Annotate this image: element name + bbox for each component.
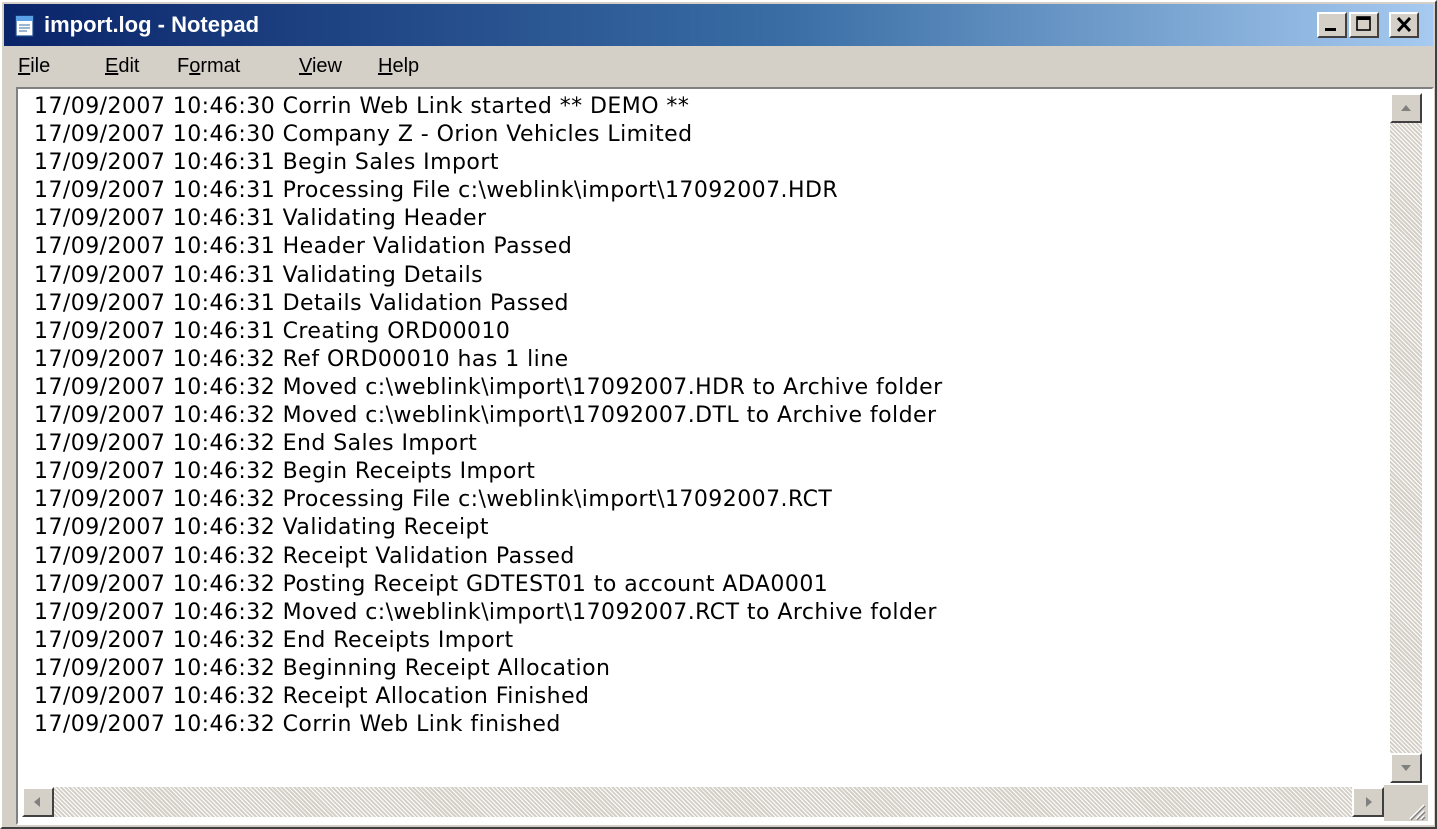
arrow-right-icon: [1366, 797, 1372, 807]
text-editor[interactable]: 17/09/2007 10:46:30 Corrin Web Link star…: [16, 87, 1434, 825]
maximize-button[interactable]: [1349, 12, 1379, 38]
log-line: 17/09/2007 10:46:32 Receipt Validation P…: [34, 543, 575, 569]
arrow-up-icon: [1401, 105, 1411, 111]
log-line: 17/09/2007 10:46:32 Corrin Web Link fini…: [34, 712, 561, 738]
arrow-down-icon: [1401, 765, 1411, 771]
vertical-scroll-track[interactable]: [1390, 123, 1422, 753]
close-button[interactable]: [1389, 12, 1419, 38]
resize-grip[interactable]: [1384, 785, 1428, 821]
vertical-scrollbar[interactable]: [1384, 91, 1428, 783]
log-line: 17/09/2007 10:46:31 Creating ORD00010: [34, 318, 511, 344]
menu-bar: File Edit Format View Help: [4, 48, 1433, 84]
scroll-right-button[interactable]: [1352, 787, 1384, 817]
log-line: 17/09/2007 10:46:32 Moved c:\weblink\imp…: [34, 403, 937, 429]
minimize-button[interactable]: [1317, 12, 1347, 38]
scroll-up-button[interactable]: [1390, 93, 1422, 123]
log-line: 17/09/2007 10:46:31 Processing File c:\w…: [34, 178, 839, 204]
notepad-icon[interactable]: [14, 13, 36, 37]
horizontal-scroll-track[interactable]: [54, 787, 1352, 817]
menu-view[interactable]: View: [299, 53, 342, 79]
log-line: 17/09/2007 10:46:30 Company Z - Orion Ve…: [34, 122, 693, 148]
maximize-icon: [1356, 16, 1371, 31]
log-line: 17/09/2007 10:46:32 Moved c:\weblink\imp…: [34, 374, 943, 400]
log-line: 17/09/2007 10:46:32 Processing File c:\w…: [34, 487, 833, 513]
log-line: 17/09/2007 10:46:30 Corrin Web Link star…: [34, 94, 690, 119]
minimize-icon: [1325, 28, 1336, 31]
menu-help[interactable]: Help: [378, 53, 419, 79]
log-line: 17/09/2007 10:46:31 Validating Header: [34, 206, 487, 232]
scroll-left-button[interactable]: [22, 787, 54, 817]
log-line: 17/09/2007 10:46:32 Begin Receipts Impor…: [34, 459, 536, 485]
log-line: 17/09/2007 10:46:31 Header Validation Pa…: [34, 234, 573, 260]
title-bar[interactable]: import.log - Notepad: [4, 4, 1433, 46]
log-line: 17/09/2007 10:46:32 End Receipts Import: [34, 627, 514, 653]
arrow-left-icon: [34, 797, 40, 807]
notepad-window: import.log - Notepad File Edit Format Vi…: [0, 0, 1437, 829]
log-line: 17/09/2007 10:46:32 Receipt Allocation F…: [34, 683, 590, 709]
horizontal-scrollbar[interactable]: [20, 785, 1384, 821]
window-title: import.log - Notepad: [44, 12, 260, 37]
log-line: 17/09/2007 10:46:32 Ref ORD00010 has 1 l…: [34, 346, 569, 372]
log-line: 17/09/2007 10:46:32 Posting Receipt GDTE…: [34, 571, 829, 597]
document-text[interactable]: 17/09/2007 10:46:30 Corrin Web Link star…: [34, 93, 1384, 785]
log-line: 17/09/2007 10:46:32 Beginning Receipt Al…: [34, 655, 611, 681]
log-line: 17/09/2007 10:46:32 Moved c:\weblink\imp…: [34, 599, 937, 625]
log-line: 17/09/2007 10:46:32 End Sales Import: [34, 431, 478, 457]
menu-file[interactable]: File: [18, 53, 50, 79]
menu-edit[interactable]: Edit: [105, 53, 139, 79]
log-line: 17/09/2007 10:46:32 Validating Receipt: [34, 515, 489, 541]
scroll-down-button[interactable]: [1390, 753, 1422, 783]
log-line: 17/09/2007 10:46:31 Validating Details: [34, 262, 484, 288]
log-line: 17/09/2007 10:46:31 Details Validation P…: [34, 290, 569, 316]
menu-format[interactable]: Format: [177, 53, 240, 79]
size-grip-icon: [1409, 804, 1426, 821]
log-line: 17/09/2007 10:46:31 Begin Sales Import: [34, 150, 499, 176]
close-icon: [1396, 16, 1412, 33]
